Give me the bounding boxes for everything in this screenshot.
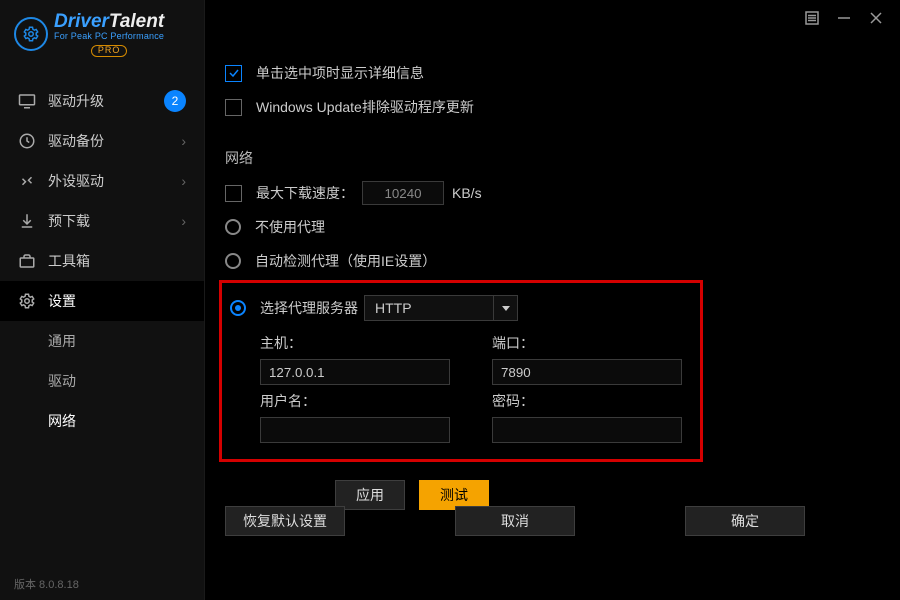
plug-icon <box>18 172 36 190</box>
opt-exclude-wu-label: Windows Update排除驱动程序更新 <box>256 97 474 117</box>
host-input[interactable] <box>260 359 450 385</box>
sidebar-item-peripheral[interactable]: 外设驱动 › <box>0 161 204 201</box>
gear-icon <box>18 292 36 310</box>
sidebar-item-driver-backup[interactable]: 驱动备份 › <box>0 121 204 161</box>
settings-sub-network[interactable]: 网络 <box>0 401 204 441</box>
max-speed-unit: KB/s <box>452 185 482 201</box>
pass-label: 密码： <box>492 391 692 411</box>
restore-defaults-button[interactable]: 恢复默认设置 <box>225 506 345 536</box>
gear-icon <box>14 17 48 51</box>
main-panel: 单击选中项时显示详细信息 Windows Update排除驱动程序更新 网络 最… <box>205 0 900 600</box>
chevron-right-icon: › <box>181 213 186 229</box>
download-icon <box>18 212 36 230</box>
sidebar-item-label: 预下载 <box>48 211 90 231</box>
user-label: 用户名： <box>260 391 460 411</box>
proxy-none-label: 不使用代理 <box>255 217 325 237</box>
ok-button[interactable]: 确定 <box>685 506 805 536</box>
app-logo: DriverTalent For Peak PC Performance PRO <box>0 0 204 67</box>
radio-proxy-auto[interactable] <box>225 253 241 269</box>
host-label: 主机： <box>260 333 460 353</box>
sidebar: DriverTalent For Peak PC Performance PRO… <box>0 0 205 600</box>
user-input[interactable] <box>260 417 450 443</box>
checkbox-show-detail[interactable] <box>225 65 242 82</box>
sidebar-item-label: 驱动升级 <box>48 91 104 111</box>
proxy-type-select[interactable]: HTTP <box>364 295 494 321</box>
settings-sub-driver[interactable]: 驱动 <box>0 361 204 401</box>
sidebar-item-settings[interactable]: 设置 <box>0 281 204 321</box>
chevron-right-icon: › <box>181 133 186 149</box>
cancel-button[interactable]: 取消 <box>455 506 575 536</box>
settings-sub-general[interactable]: 通用 <box>0 321 204 361</box>
monitor-icon <box>18 92 36 110</box>
sidebar-item-label: 外设驱动 <box>48 171 104 191</box>
sidebar-item-label: 驱动备份 <box>48 131 104 151</box>
proxy-type-dropdown-button[interactable] <box>494 295 518 321</box>
sidebar-item-predownload[interactable]: 预下载 › <box>0 201 204 241</box>
nav: 驱动升级 2 驱动备份 › 外设驱动 › 预下载 › <box>0 81 204 568</box>
max-speed-input[interactable] <box>362 181 444 205</box>
proxy-auto-label: 自动检测代理（使用IE设置） <box>255 251 436 271</box>
app-title: DriverTalent <box>54 12 164 32</box>
pro-badge: PRO <box>91 45 128 56</box>
checkbox-max-speed[interactable] <box>225 185 242 202</box>
proxy-select-label: 选择代理服务器 <box>260 298 358 318</box>
section-network-title: 网络 <box>225 148 900 168</box>
checkbox-exclude-wu[interactable] <box>225 99 242 116</box>
clock-icon <box>18 132 36 150</box>
port-label: 端口： <box>492 333 692 353</box>
version-label: 版本 8.0.8.18 <box>0 568 204 600</box>
chevron-right-icon: › <box>181 173 186 189</box>
sidebar-item-label: 工具箱 <box>48 251 90 271</box>
max-speed-label: 最大下载速度： <box>256 183 354 203</box>
sidebar-item-driver-upgrade[interactable]: 驱动升级 2 <box>0 81 204 121</box>
radio-proxy-select[interactable] <box>230 300 246 316</box>
app-subtitle: For Peak PC Performance <box>54 32 164 41</box>
port-input[interactable] <box>492 359 682 385</box>
radio-proxy-none[interactable] <box>225 219 241 235</box>
toolbox-icon <box>18 252 36 270</box>
sidebar-item-toolbox[interactable]: 工具箱 <box>0 241 204 281</box>
opt-show-detail-label: 单击选中项时显示详细信息 <box>256 63 424 83</box>
caret-down-icon <box>501 303 511 313</box>
update-count-badge: 2 <box>164 90 186 112</box>
sidebar-item-label: 设置 <box>48 291 76 311</box>
pass-input[interactable] <box>492 417 682 443</box>
proxy-config-highlight: 选择代理服务器 HTTP 主机： 端口： 用户名： 密码： <box>219 280 703 462</box>
